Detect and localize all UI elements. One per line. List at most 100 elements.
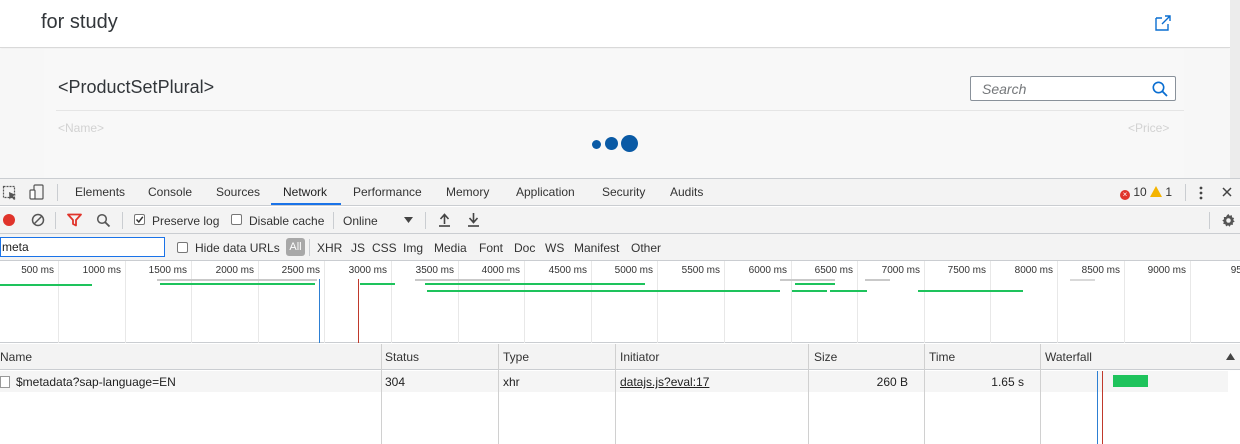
filter-input[interactable] bbox=[0, 237, 165, 257]
record-icon[interactable] bbox=[2, 213, 16, 227]
column-size[interactable]: Size bbox=[814, 350, 837, 364]
tab-memory[interactable]: Memory bbox=[446, 185, 489, 199]
devtools-tabbar: Elements Console Sources Network Perform… bbox=[0, 179, 1240, 206]
console-issue-counter[interactable]: × 10 1 bbox=[1120, 185, 1172, 200]
tab-application[interactable]: Application bbox=[516, 185, 575, 199]
type-filter-ws[interactable]: WS bbox=[545, 241, 564, 255]
column-status[interactable]: Status bbox=[385, 350, 419, 364]
tab-audits[interactable]: Audits bbox=[670, 185, 703, 199]
tab-console[interactable]: Console bbox=[148, 185, 192, 199]
disable-cache-label[interactable]: Disable cache bbox=[249, 214, 324, 228]
warning-icon bbox=[1150, 186, 1163, 197]
request-type: xhr bbox=[503, 375, 520, 389]
table-title: <ProductSetPlural> bbox=[58, 77, 215, 97]
clear-icon[interactable] bbox=[31, 213, 45, 227]
busy-indicator bbox=[590, 134, 640, 154]
app-header: for study bbox=[0, 0, 1230, 48]
column-header-price: <Price> bbox=[1128, 121, 1170, 135]
type-filter-img[interactable]: Img bbox=[403, 241, 423, 255]
column-divider bbox=[808, 344, 809, 444]
column-name[interactable]: Name bbox=[0, 350, 32, 364]
toolbar-divider bbox=[122, 212, 123, 229]
tab-performance[interactable]: Performance bbox=[353, 185, 422, 199]
overview-request-bar bbox=[918, 290, 1023, 292]
column-header-name: <Name> bbox=[58, 121, 105, 135]
import-har-icon[interactable] bbox=[438, 212, 451, 227]
overview-request-bar bbox=[640, 290, 780, 292]
timeline-tick-label: 4000 ms bbox=[481, 265, 520, 276]
waterfall-bar[interactable] bbox=[1113, 375, 1148, 387]
type-filter-css[interactable]: CSS bbox=[372, 241, 397, 255]
busy-dot bbox=[605, 137, 618, 150]
type-filter-doc[interactable]: Doc bbox=[514, 241, 535, 255]
disable-cache-checkbox[interactable] bbox=[231, 214, 242, 225]
share-external-icon[interactable] bbox=[1153, 13, 1173, 33]
gear-icon[interactable] bbox=[1221, 213, 1236, 228]
tab-security[interactable]: Security bbox=[602, 185, 645, 199]
timeline-tick-label: 6500 ms bbox=[814, 265, 853, 276]
search-icon[interactable] bbox=[96, 213, 111, 228]
timeline-tick-label: 6000 ms bbox=[748, 265, 787, 276]
timeline-gridline bbox=[324, 261, 325, 343]
toolbar-divider bbox=[55, 212, 56, 229]
column-type[interactable]: Type bbox=[503, 350, 529, 364]
tab-network[interactable]: Network bbox=[283, 185, 327, 199]
device-toolbar-icon[interactable] bbox=[29, 184, 45, 201]
type-filter-xhr[interactable]: XHR bbox=[317, 241, 342, 255]
hide-data-urls-label[interactable]: Hide data URLs bbox=[195, 241, 280, 255]
timeline-gridline bbox=[591, 261, 592, 343]
timeline-tick-label: 4500 ms bbox=[548, 265, 587, 276]
toolbar-divider bbox=[333, 212, 334, 229]
request-time: 1.65 s bbox=[991, 375, 1024, 389]
type-filter-font[interactable]: Font bbox=[479, 241, 503, 255]
preserve-log-label[interactable]: Preserve log bbox=[152, 214, 219, 228]
close-icon[interactable] bbox=[1221, 186, 1233, 198]
export-har-icon[interactable] bbox=[467, 212, 480, 227]
preserve-log-checkbox[interactable] bbox=[134, 214, 145, 225]
timeline-gridline bbox=[524, 261, 525, 343]
search-input[interactable] bbox=[982, 81, 1142, 97]
column-divider bbox=[615, 344, 616, 444]
timeline-tick-label: 500 ms bbox=[21, 265, 54, 276]
timeline-tick-label: 1000 ms bbox=[82, 265, 121, 276]
timeline-gridline bbox=[258, 261, 259, 343]
hide-data-urls-checkbox[interactable] bbox=[177, 242, 188, 253]
more-options-icon[interactable] bbox=[1197, 185, 1205, 201]
timeline-gridline bbox=[657, 261, 658, 343]
search-field[interactable] bbox=[970, 76, 1176, 101]
type-filter-all[interactable]: All bbox=[286, 238, 305, 256]
timeline-tick-label: 8000 ms bbox=[1014, 265, 1053, 276]
chevron-down-icon[interactable] bbox=[404, 217, 413, 223]
overview-request-bar bbox=[865, 279, 890, 281]
overview-request-bar bbox=[780, 279, 835, 281]
throttling-select[interactable]: Online bbox=[343, 214, 378, 228]
toolbar-divider bbox=[1209, 212, 1210, 229]
timeline-tick-label: 8500 ms bbox=[1081, 265, 1120, 276]
checkmark-icon bbox=[135, 216, 144, 224]
overview-request-bar bbox=[792, 290, 827, 292]
tab-elements[interactable]: Elements bbox=[75, 185, 125, 199]
waterfall-column bbox=[1041, 371, 1240, 444]
timeline-tick-label: 1500 ms bbox=[148, 265, 187, 276]
type-filter-js[interactable]: JS bbox=[351, 241, 365, 255]
column-initiator[interactable]: Initiator bbox=[620, 350, 659, 364]
type-filter-other[interactable]: Other bbox=[631, 241, 661, 255]
column-time[interactable]: Time bbox=[929, 350, 955, 364]
filter-icon[interactable] bbox=[67, 213, 82, 227]
inspect-element-icon[interactable] bbox=[2, 185, 18, 201]
type-filter-manifest[interactable]: Manifest bbox=[574, 241, 619, 255]
app-title: for study bbox=[41, 11, 118, 33]
timeline-gridline bbox=[724, 261, 725, 343]
type-filter-media[interactable]: Media bbox=[434, 241, 467, 255]
warning-count: 1 bbox=[1165, 185, 1173, 199]
timeline-gridline bbox=[1124, 261, 1125, 343]
search-icon[interactable] bbox=[1151, 80, 1169, 98]
timeline-tick-label: 3000 ms bbox=[348, 265, 387, 276]
column-waterfall[interactable]: Waterfall bbox=[1045, 350, 1092, 364]
timeline-tick-label: 2000 ms bbox=[215, 265, 254, 276]
request-initiator-link[interactable]: datajs.js?eval:17 bbox=[620, 375, 709, 389]
network-overview-timeline[interactable]: 500 ms 1000 ms 1500 ms 2000 ms 2500 ms 3000 m… bbox=[0, 261, 1240, 343]
sort-ascending-icon[interactable] bbox=[1226, 353, 1235, 360]
tab-sources[interactable]: Sources bbox=[216, 185, 260, 199]
request-name[interactable]: $metadata?sap-language=EN bbox=[16, 375, 176, 389]
